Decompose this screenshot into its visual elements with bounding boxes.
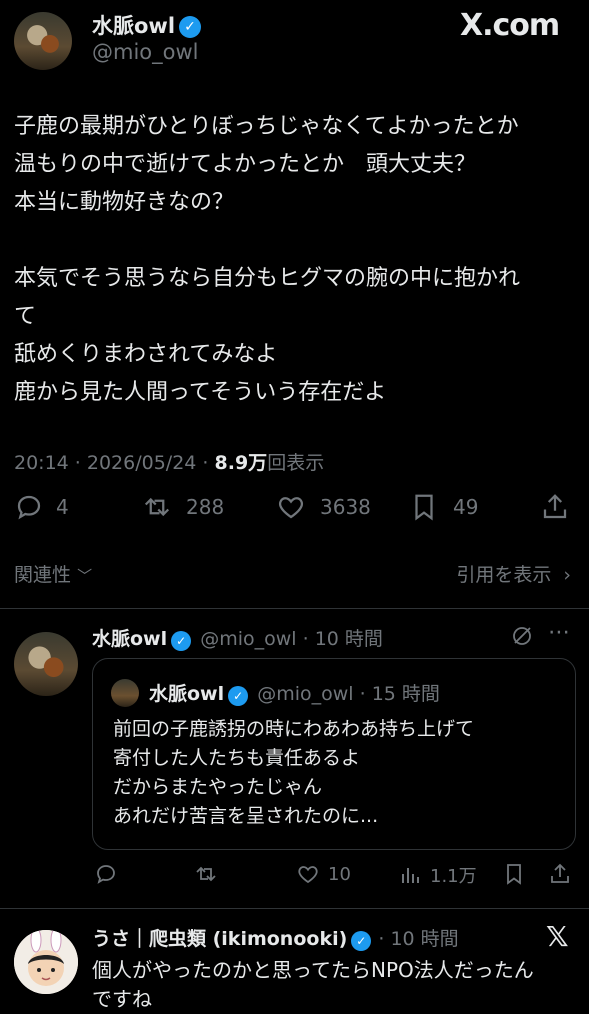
quoted-tweet[interactable]: 水脈owl ✓ @mio_owl · 15 時間 前回の子鹿誘拐の時にわあわあ持ち… xyxy=(92,658,576,850)
quoted-line: 前回の子鹿誘拐の時にわあわあ持ち上げて xyxy=(113,718,475,740)
chevron-down-icon: ﹀ xyxy=(77,567,93,585)
reply2-display-name[interactable]: うさ｜爬虫類 (ikimonooki) xyxy=(92,928,347,950)
quoted-line: 寄付した人たちも責任あるよ xyxy=(113,747,361,769)
verified-badge-icon: ✓ xyxy=(179,16,202,38)
reply2-line: 個人がやったのかと思ってたらNPO法人だったん xyxy=(92,958,534,982)
verified-badge-icon: ✓ xyxy=(171,630,192,651)
bookmark-icon xyxy=(415,494,433,521)
bar-chart-icon xyxy=(402,868,419,883)
reply-reply-button[interactable] xyxy=(94,862,118,886)
share-button[interactable] xyxy=(540,492,570,522)
reply-bookmark-button[interactable] xyxy=(502,862,526,886)
x-logo-icon: 𝕏 xyxy=(546,920,569,953)
share-icon xyxy=(543,494,567,519)
reply-retweet-button[interactable] xyxy=(194,862,218,886)
tweet-line: 子鹿の最期がひとりぼっちじゃなくてよかったとか xyxy=(14,114,519,139)
reply-views-count: 1.1万 xyxy=(430,866,477,887)
reply-display-name[interactable]: 水脈owl xyxy=(92,628,167,650)
divider xyxy=(0,908,589,909)
chevron-right-icon: › xyxy=(563,564,571,586)
tweet-meta: 20:14 · 2026/05/24 · 8.9万回表示 xyxy=(14,448,324,475)
tweet-line: 温もりの中で逝けてよかったとか 頭大丈夫？ xyxy=(14,152,477,177)
tweet-timestamp[interactable]: 20:14 · 2026/05/24 · xyxy=(14,452,215,474)
reply-avatar[interactable] xyxy=(14,632,78,696)
heart-icon xyxy=(298,866,318,884)
divider xyxy=(0,608,589,609)
reply2-avatar[interactable] xyxy=(14,930,78,994)
author-name-row[interactable]: 水脈owl ✓ xyxy=(92,10,202,40)
tweet-line: て xyxy=(14,304,37,329)
verified-badge-icon: ✓ xyxy=(351,930,372,951)
reply-like-count: 10 xyxy=(328,863,351,885)
quoted-handle-time: @mio_owl · 15 時間 xyxy=(257,683,440,705)
reply2-line: ですね xyxy=(92,987,152,1011)
heart-icon xyxy=(278,497,304,519)
sort-label: 関連性 xyxy=(14,564,72,586)
tweet-line: 本当に動物好きなの？ xyxy=(14,190,235,215)
sort-relevance-dropdown[interactable]: 関連性 ﹀ xyxy=(14,560,92,587)
quotes-label: 引用を表示 xyxy=(456,564,552,586)
views-label: 回表示 xyxy=(267,452,325,474)
reply-actions: 10 1.1万 xyxy=(0,862,589,892)
quoted-line: だからまたやったじゃん xyxy=(113,776,323,798)
reply-handle-time[interactable]: @mio_owl · 10 時間 xyxy=(200,628,383,650)
share-icon xyxy=(551,863,569,883)
verified-badge-icon: ✓ xyxy=(228,685,249,706)
retweet-icon xyxy=(144,497,170,517)
quoted-avatar xyxy=(111,679,139,707)
views-count: 8.9万 xyxy=(214,452,268,474)
quoted-header: 水脈owl ✓ @mio_owl · 15 時間 xyxy=(149,679,440,706)
author-avatar[interactable] xyxy=(14,12,72,70)
tweet-text: 子鹿の最期がひとりぼっちじゃなくてよかったとか 温もりの中で逝けてよかったとか … xyxy=(14,108,574,412)
like-count: 3638 xyxy=(320,495,371,519)
bookmark-button[interactable]: 49 xyxy=(409,492,478,522)
reply-share-button[interactable] xyxy=(548,862,572,886)
speech-bubble-icon xyxy=(97,865,115,884)
like-button[interactable]: 3638 xyxy=(276,492,371,522)
tweet-line: 鹿から見た人間ってそういう存在だよ xyxy=(14,380,387,405)
reply-views-button[interactable]: 1.1万 xyxy=(398,862,477,888)
reply-count: 4 xyxy=(56,495,69,519)
quoted-line: あれだけ苦言を呈されたのに... xyxy=(113,805,379,827)
speech-bubble-icon xyxy=(17,495,41,520)
quoted-display-name: 水脈owl xyxy=(149,683,225,705)
author-handle[interactable]: @mio_owl xyxy=(92,40,199,64)
reply-like-button[interactable]: 10 xyxy=(296,862,351,886)
cartoon-avatar-icon xyxy=(14,930,78,994)
tweet-line: 舐めくりまわされてみなよ xyxy=(14,342,278,367)
retweet-icon xyxy=(196,866,216,882)
more-icon: ⋯ xyxy=(548,620,570,645)
quoted-text: 前回の子鹿誘拐の時にわあわあ持ち上げて 寄付した人たちも責任あるよ だからまたや… xyxy=(113,715,474,831)
view-quotes-link[interactable]: 引用を表示 › xyxy=(456,560,571,587)
reply2-header: うさ｜爬虫類 (ikimonooki) ✓ · 10 時間 xyxy=(92,924,459,951)
bookmark-icon xyxy=(507,864,521,885)
grok-icon xyxy=(513,627,531,645)
bookmark-count: 49 xyxy=(453,495,479,519)
x-com-logo: X.com xyxy=(460,8,560,43)
reply2-time[interactable]: · 10 時間 xyxy=(378,928,458,950)
retweet-count: 288 xyxy=(186,495,225,519)
more-button[interactable]: ⋯ xyxy=(548,620,570,645)
reply-button[interactable]: 4 xyxy=(14,492,69,522)
reply-header: 水脈owl ✓ @mio_owl · 10 時間 xyxy=(92,624,383,651)
reply2-text: 個人がやったのかと思ってたらNPO法人だったん ですね xyxy=(92,956,534,1014)
tweet-actions: 4 288 3638 49 xyxy=(0,492,589,532)
grok-button[interactable] xyxy=(510,624,534,652)
retweet-button[interactable]: 288 xyxy=(142,492,224,522)
tweet-line: 本気でそう思うなら自分もヒグマの腕の中に抱かれ xyxy=(14,266,521,291)
author-display-name: 水脈owl xyxy=(92,14,176,38)
